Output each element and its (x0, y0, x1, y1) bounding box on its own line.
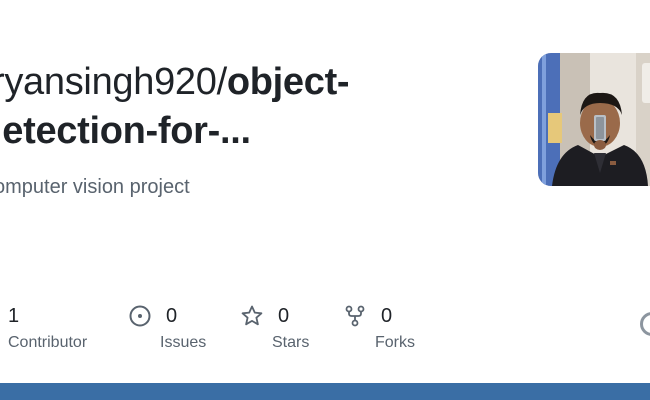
owner-avatar[interactable] (538, 53, 650, 186)
stat-contributors[interactable]: 1 Contributor (8, 302, 87, 352)
issues-count: 0 (166, 304, 178, 327)
star-icon (240, 304, 264, 328)
contributors-count: 1 (8, 304, 20, 327)
stat-stars[interactable]: 0 Stars (240, 302, 309, 352)
repo-description: omputer vision project (0, 176, 190, 198)
github-logo-icon (640, 312, 650, 336)
repo-owner[interactable]: ryansingh920/ (0, 61, 227, 103)
fork-icon (343, 304, 367, 328)
stat-issues[interactable]: 0 Issues (128, 302, 206, 352)
issues-label: Issues (160, 334, 207, 351)
repo-title[interactable]: ryansingh920/object- letection-for-... (0, 58, 512, 156)
issue-circle-icon (128, 304, 152, 328)
stars-label: Stars (272, 334, 310, 351)
forks-label: Forks (375, 334, 415, 351)
repo-name-line2[interactable]: letection-for-... (0, 107, 512, 156)
forks-count: 0 (381, 304, 393, 327)
stat-forks[interactable]: 0 Forks (343, 302, 415, 352)
bottom-accent-bar (0, 383, 650, 400)
stars-count: 0 (278, 304, 290, 327)
repo-stats: 1 Contributor 0 Issues 0 Stars 0 Forks (0, 302, 460, 362)
contributors-label: Contributor (8, 334, 88, 351)
avatar-photo (538, 53, 650, 186)
repo-name-line1[interactable]: object- (227, 61, 350, 103)
